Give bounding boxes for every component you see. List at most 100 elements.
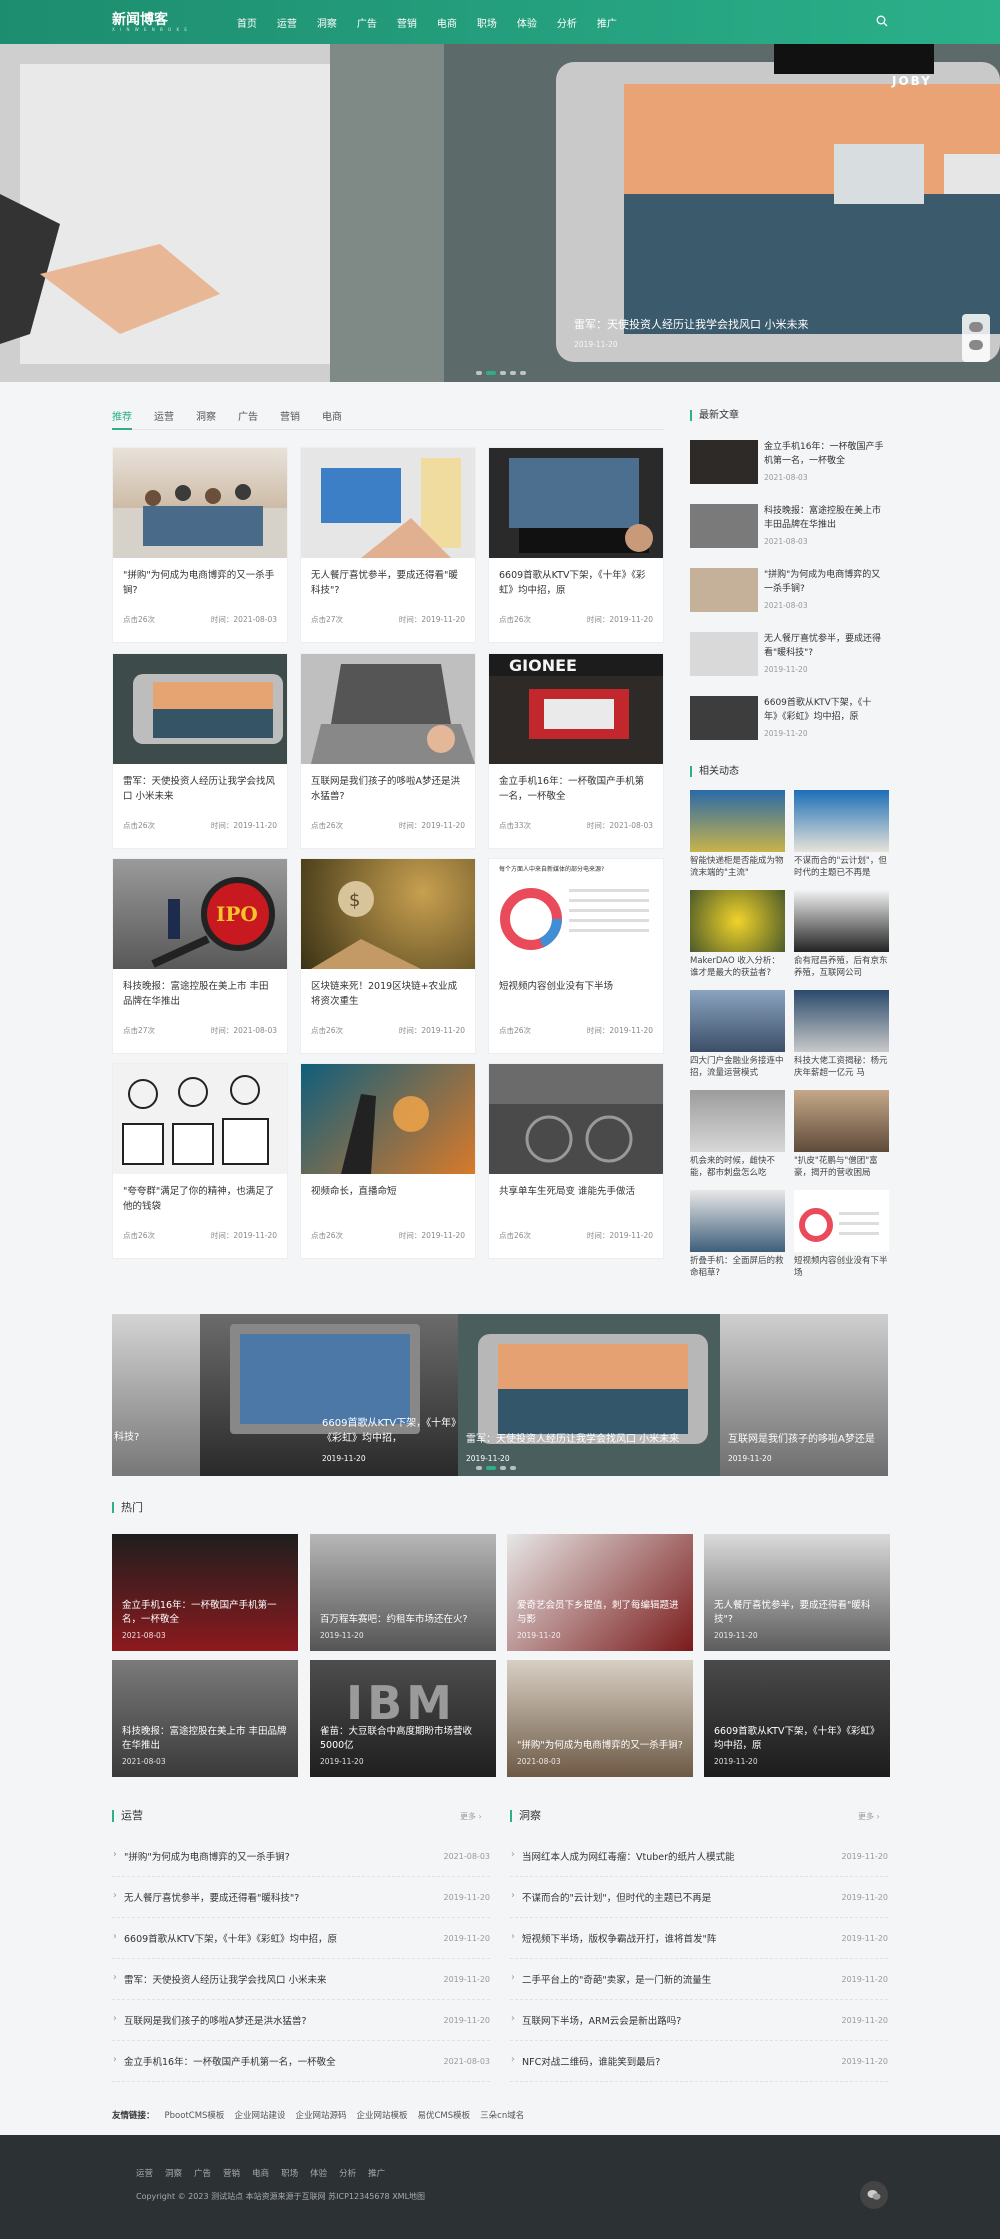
list-title[interactable]: 6609首歌从KTV下架，《十年》《彩虹》均中招，原 [112,1931,337,1945]
latest-title[interactable]: 科技晚报：富途控股在美上市 丰田品牌在华推出 [764,504,884,532]
article-card[interactable]: 6609首歌从KTV下架，《十年》《彩虹》均中招，原 点击26次 时间：2019-… [488,447,664,643]
article-card[interactable]: 雷军：天使投资人经历让我学会找风口 小米未来 点击26次 时间：2019-11-2… [112,653,288,849]
hot-title[interactable]: 科技晚报：富途控股在美上市 丰田品牌在华推出 [122,1726,287,1751]
carousel-title[interactable]: 互联网是我们孩子的哆啦A梦还是 [728,1430,875,1445]
hot-item[interactable]: 6609首歌从KTV下架，《十年》《彩虹》均中招，原 2019-11-20 [704,1660,890,1777]
card-title[interactable]: 互联网是我们孩子的哆啦A梦还是洪水猛兽? [301,764,475,810]
footer-link[interactable]: 推广 [368,2167,385,2179]
list-item[interactable]: 6609首歌从KTV下架，《十年》《彩虹》均中招，原 2019-11-20 [112,1918,490,1959]
footer-link[interactable]: 运营 [136,2167,153,2179]
hot-title[interactable]: 6609首歌从KTV下架，《十年》《彩虹》均中招，原 [714,1726,879,1751]
footer-link[interactable]: 洞察 [165,2167,182,2179]
list-title[interactable]: NFC对战二维码，谁能笑到最后? [510,2054,660,2068]
tab-yunying[interactable]: 运营 [154,408,174,429]
related-item[interactable]: 不谋而合的"云计划"，但时代的主题已不再是 [794,790,889,888]
featured-carousel[interactable]: 科技? 6609首歌从KTV下架，《十年》《彩虹》均中招， 2019-11-20… [112,1314,888,1476]
list-title[interactable]: 短视频下半场，版权争霸战开打，谁将首发"阵 [510,1931,716,1945]
card-title[interactable]: 科技晚报：富途控股在美上市 丰田品牌在华推出 [113,969,287,1015]
hot-title[interactable]: 百万程车赛吧：约租车市场还在火? [320,1614,468,1625]
hot-item[interactable]: 科技晚报：富途控股在美上市 丰田品牌在华推出 2021-08-03 [112,1660,298,1777]
footer-link[interactable]: 分析 [339,2167,356,2179]
list-item[interactable]: NFC对战二维码，谁能笑到最后? 2019-11-20 [510,2041,888,2082]
article-card[interactable]: GIONEE 金立手机16年：一杯敬国产手机第一名，一杯敬全 点击33次 时间：2… [488,653,664,849]
latest-title[interactable]: 金立手机16年：一杯敬国产手机第一名，一杯敬全 [764,440,884,468]
list-item[interactable]: 无人餐厅喜忧参半，要成还得看"暖科技"? 2019-11-20 [112,1877,490,1918]
article-card[interactable]: "拼购"为何成为电商博弈的又一杀手锏? 点击26次 时间：2021-08-03 [112,447,288,643]
article-card[interactable]: 互联网是我们孩子的哆啦A梦还是洪水猛兽? 点击26次 时间：2019-11-20 [300,653,476,849]
latest-title[interactable]: 无人餐厅喜忧参半，要成还得看"暖科技"? [764,632,884,660]
latest-item[interactable]: 6609首歌从KTV下架，《十年》《彩虹》均中招，原 2019-11-20 [690,696,890,746]
latest-item[interactable]: 金立手机16年：一杯敬国产手机第一名，一杯敬全 2021-08-03 [690,440,890,490]
latest-item[interactable]: 科技晚报：富途控股在美上市 丰田品牌在华推出 2021-08-03 [690,504,890,554]
hot-item[interactable]: 百万程车赛吧：约租车市场还在火? 2019-11-20 [310,1534,496,1651]
hot-item[interactable]: 金立手机16年：一杯敬国产手机第一名，一杯敬全 2021-08-03 [112,1534,298,1651]
related-item[interactable]: 四大门户金融业务接连中招，流量运营模式 [690,990,785,1088]
card-title[interactable]: 金立手机16年：一杯敬国产手机第一名，一杯敬全 [489,764,663,810]
friend-link[interactable]: PbootCMS模板 [165,2109,225,2121]
tab-recommend[interactable]: 推荐 [112,408,132,430]
friend-link[interactable]: 企业网站模板 [356,2109,407,2121]
related-title[interactable]: 智能快递柜是否能成为物流末端的"主流" [690,852,785,880]
latest-title[interactable]: "拼购"为何成为电商博弈的又一杀手锏? [764,568,884,596]
carousel-pagination[interactable] [476,1466,516,1470]
related-item[interactable]: 折叠手机：全面屏后的救命稻草? [690,1190,785,1288]
hot-title[interactable]: 爱奇艺会员下乡提值，刺了每编辑题进与影 [517,1600,679,1625]
tab-dongcha[interactable]: 洞察 [196,408,216,429]
card-title[interactable]: 雷军：天使投资人经历让我学会找风口 小米未来 [113,764,287,810]
hot-item[interactable]: 无人餐厅喜忧参半，要成还得看"暖科技"? 2019-11-20 [704,1534,890,1651]
latest-title[interactable]: 6609首歌从KTV下架，《十年》《彩虹》均中招，原 [764,696,884,724]
tab-guanggao[interactable]: 广告 [238,408,258,429]
hot-item[interactable]: 爱奇艺会员下乡提值，刺了每编辑题进与影 2019-11-20 [507,1534,693,1651]
related-title[interactable]: 科技大佬工资揭秘：杨元庆年薪超一亿元 马 [794,1052,889,1080]
dongcha-more-link[interactable]: 更多 › [858,1811,880,1822]
friend-link[interactable]: 企业网站建设 [234,2109,285,2121]
friend-link[interactable]: 企业网站源码 [295,2109,346,2121]
friend-link[interactable]: 易优CMS模板 [417,2109,470,2121]
related-title[interactable]: 四大门户金融业务接连中招，流量运营模式 [690,1052,785,1080]
list-title[interactable]: 金立手机16年：一杯敬国产手机第一名，一杯敬全 [112,2054,336,2068]
wechat-icon[interactable] [860,2181,888,2209]
list-item[interactable]: 短视频下半场，版权争霸战开打，谁将首发"阵 2019-11-20 [510,1918,888,1959]
list-item[interactable]: "拼购"为何成为电商博弈的又一杀手锏? 2021-08-03 [112,1836,490,1877]
related-title[interactable]: MakerDAO 收入分析：谁才是最大的获益者? [690,952,785,980]
list-title[interactable]: 互联网下半场，ARM云会是新出路吗? [510,2013,681,2027]
card-title[interactable]: 视频命长，直播命短 [301,1174,475,1220]
hot-item[interactable]: "拼购"为何成为电商博弈的又一杀手锏? 2021-08-03 [507,1660,693,1777]
yunying-more-link[interactable]: 更多 › [460,1811,482,1822]
latest-item[interactable]: 无人餐厅喜忧参半，要成还得看"暖科技"? 2019-11-20 [690,632,890,682]
tab-dianshang[interactable]: 电商 [322,408,342,429]
list-title[interactable]: 不谋而合的"云计划"，但时代的主题已不再是 [510,1890,711,1904]
related-title[interactable]: 机会来的时候，雌快不能，都市刺盘怎么吃 [690,1152,785,1180]
hot-item[interactable]: IBM 雀苗：大豆联合中高度期盼市场营收5000亿 2019-11-20 [310,1660,496,1777]
card-title[interactable]: 无人餐厅喜忧参半，要成还得看"暖科技"? [301,558,475,604]
list-title[interactable]: 二手平台上的"奇葩"卖家，是一门新的流量生 [510,1972,711,1986]
card-title[interactable]: 区块链来死！2019区块链+农业成将资次重生 [301,969,475,1015]
article-card[interactable]: 视频命长，直播命短 点击26次 时间：2019-11-20 [300,1063,476,1259]
hot-title[interactable]: 无人餐厅喜忧参半，要成还得看"暖科技"? [714,1600,870,1625]
list-item[interactable]: 金立手机16年：一杯敬国产手机第一名，一杯敬全 2021-08-03 [112,2041,490,2082]
related-item[interactable]: MakerDAO 收入分析：谁才是最大的获益者? [690,890,785,988]
related-title[interactable]: "扒皮"花鹏与"僧团"富豪，揭开的营收困局 [794,1152,889,1180]
article-card[interactable]: "夸夸群"满足了你的精神，也满足了他的钱袋 点击26次 时间：2019-11-20 [112,1063,288,1259]
carousel-title[interactable]: 6609首歌从KTV下架，《十年》《彩虹》均中招， [322,1414,458,1444]
related-title[interactable]: 俞有冠昌养殖，后有京东养殖，互联网公司 [794,952,889,980]
related-title[interactable]: 不谋而合的"云计划"，但时代的主题已不再是 [794,852,889,880]
tab-yingxiao[interactable]: 营销 [280,408,300,429]
article-card[interactable]: 共享单车生死局变 谁能先手做活 点击26次 时间：2019-11-20 [488,1063,664,1259]
list-item[interactable]: 二手平台上的"奇葩"卖家，是一门新的流量生 2019-11-20 [510,1959,888,2000]
card-title[interactable]: "拼购"为何成为电商博弈的又一杀手锏? [113,558,287,604]
hot-title[interactable]: 雀苗：大豆联合中高度期盼市场营收5000亿 [320,1726,472,1751]
footer-link[interactable]: 体验 [310,2167,327,2179]
list-item[interactable]: 雷军：天使投资人经历让我学会找风口 小米未来 2019-11-20 [112,1959,490,2000]
card-title[interactable]: 共享单车生死局变 谁能先手做活 [489,1174,663,1220]
list-item[interactable]: 互联网下半场，ARM云会是新出路吗? 2019-11-20 [510,2000,888,2041]
list-title[interactable]: 无人餐厅喜忧参半，要成还得看"暖科技"? [112,1890,299,1904]
latest-item[interactable]: "拼购"为何成为电商博弈的又一杀手锏? 2021-08-03 [690,568,890,618]
list-item[interactable]: 当网红本人成为网红毒瘤：Vtuber的纸片人模式能 2019-11-20 [510,1836,888,1877]
related-item[interactable]: 俞有冠昌养殖，后有京东养殖，互联网公司 [794,890,889,988]
carousel-title[interactable]: 雷军：天使投资人经历让我学会找风口 小米未来 [466,1430,679,1445]
related-title[interactable]: 折叠手机：全面屏后的救命稻草? [690,1252,785,1280]
friend-link[interactable]: 三朵cn域名 [480,2109,524,2121]
article-card[interactable]: 无人餐厅喜忧参半，要成还得看"暖科技"? 点击27次 时间：2019-11-20 [300,447,476,643]
card-title[interactable]: "夸夸群"满足了你的精神，也满足了他的钱袋 [113,1174,287,1220]
